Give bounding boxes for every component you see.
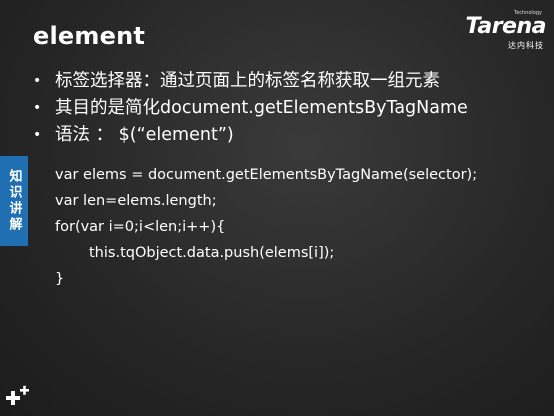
logo-subtitle: 达内科技 (508, 41, 544, 50)
code-line: var len=elems.length; (55, 193, 217, 209)
knowledge-tab: 知识讲解 (0, 156, 28, 246)
knowledge-tab-label: 知识讲解 (6, 169, 22, 233)
bullet-item: • 语法 ： $(“element”) (33, 122, 468, 149)
code-line: } (55, 271, 65, 287)
tarena-logo: Technology Tarena 达内科技 (448, 10, 548, 50)
code-line: this.tqObject.data.push(elems[i]); (89, 245, 335, 261)
bullet-list: • 标签选择器：通过页面上的标签名称获取一组元素 • 其目的是简化documen… (33, 68, 468, 149)
bullet-icon: • (33, 100, 42, 116)
logo-brand: Tarena (465, 14, 546, 39)
slide-title: element (33, 22, 146, 50)
bullet-text: 标签选择器：通过页面上的标签名称获取一组元素 (55, 71, 440, 91)
bullet-icon: • (33, 127, 42, 143)
slide: element Technology Tarena 达内科技 • 标签选择器：通… (0, 0, 554, 416)
bullet-text: 其目的是简化document.getElementsByTagName (55, 98, 468, 118)
bullet-item: • 标签选择器：通过页面上的标签名称获取一组元素 (33, 68, 468, 95)
bullet-item: • 其目的是简化document.getElementsByTagName (33, 95, 468, 122)
plus-icon (6, 385, 29, 405)
bullet-icon: • (33, 73, 42, 89)
code-block: var elems = document.getElementsByTagNam… (55, 162, 477, 292)
code-line: var elems = document.getElementsByTagNam… (55, 167, 478, 183)
bullet-text: 语法 ： $(“element”) (55, 125, 234, 145)
code-line: for(var i=0;i<len;i++){ (55, 219, 226, 235)
